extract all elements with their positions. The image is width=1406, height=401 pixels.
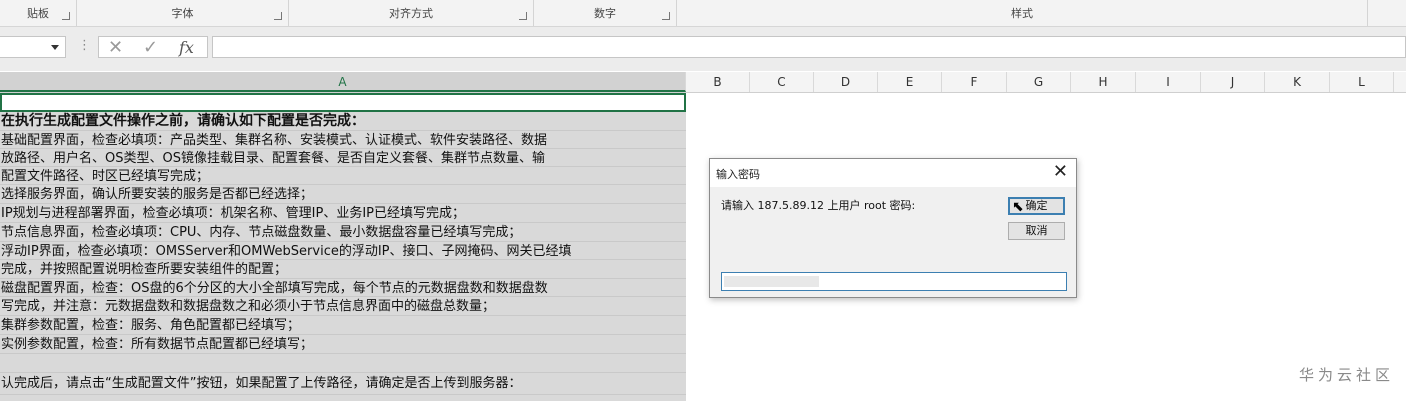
password-dialog: 输入密码 ✕ 请输入 187.5.89.12 上用户 root 密码: 确定 ⬉… bbox=[709, 158, 1077, 298]
column-header-l[interactable]: L bbox=[1330, 72, 1394, 92]
ribbon-group-label: 对齐方式 bbox=[389, 7, 433, 20]
column-header-g[interactable]: G bbox=[1007, 72, 1071, 92]
column-header-b[interactable]: B bbox=[686, 72, 750, 92]
table-row[interactable]: 在执行生成配置文件操作之前，请确认如下配置是否完成： bbox=[0, 112, 686, 131]
table-row[interactable]: 写完成，并注意：元数据盘数和数据盘数之和必须小于节点信息界面中的磁盘总数量； bbox=[0, 297, 686, 316]
dialog-titlebar[interactable]: 输入密码 ✕ bbox=[710, 159, 1076, 187]
table-row[interactable]: 基础配置界面，检查必填项：产品类型、集群名称、安装模式、认证模式、软件安装路径、… bbox=[0, 131, 686, 149]
column-header-e[interactable]: E bbox=[878, 72, 942, 92]
dialog-launcher-icon[interactable] bbox=[62, 12, 70, 20]
formula-input[interactable] bbox=[212, 36, 1406, 58]
table-row[interactable]: 浮动IP界面，检查必填项：OMSServer和OMWebService的浮动IP… bbox=[0, 242, 686, 260]
ribbon-group-font: 字体 bbox=[77, 0, 289, 26]
password-value bbox=[724, 276, 819, 287]
formula-bar: ⋮ ✕ ✓ fx bbox=[0, 27, 1406, 71]
column-a-cells: 在执行生成配置文件操作之前，请确认如下配置是否完成： 基础配置界面，检查必填项：… bbox=[0, 93, 686, 401]
column-header-c[interactable]: C bbox=[750, 72, 814, 92]
ribbon-group-styles: 样式 bbox=[677, 0, 1368, 26]
table-row[interactable]: 配置文件路径、时区已经填写完成； bbox=[0, 167, 686, 185]
table-row[interactable]: 磁盘配置界面，检查：OS盘的6个分区的大小全部填写完成，每个节点的元数据盘数和数… bbox=[0, 279, 686, 297]
column-header-j[interactable]: J bbox=[1201, 72, 1265, 92]
column-header-k[interactable]: K bbox=[1265, 72, 1330, 92]
table-row[interactable]: 认完成后，请点击“生成配置文件”按钮，如果配置了上传路径，请确定是否上传到服务器… bbox=[0, 373, 686, 395]
password-input[interactable] bbox=[721, 272, 1067, 291]
table-row[interactable]: 放路径、用户名、OS类型、OS镜像挂载目录、配置套餐、是否自定义套餐、集群节点数… bbox=[0, 149, 686, 167]
worksheet-grid[interactable]: 在执行生成配置文件操作之前，请确认如下配置是否完成： 基础配置界面，检查必填项：… bbox=[0, 93, 1406, 401]
column-header-a[interactable]: A bbox=[0, 72, 686, 92]
dialog-launcher-icon[interactable] bbox=[662, 12, 670, 20]
table-row[interactable]: 选择服务界面，确认所要安装的服务是否都已经选择； bbox=[0, 185, 686, 204]
cancel-entry-icon[interactable]: ✕ bbox=[108, 38, 123, 58]
close-icon[interactable]: ✕ bbox=[1053, 162, 1068, 182]
table-row[interactable]: 集群参数配置，检查：服务、角色配置都已经填写； bbox=[0, 316, 686, 335]
column-header-d[interactable]: D bbox=[814, 72, 878, 92]
table-row[interactable]: 完成，并按照配置说明检查所要安装组件的配置； bbox=[0, 260, 686, 279]
column-header-h[interactable]: H bbox=[1071, 72, 1136, 92]
ribbon-group-label: 字体 bbox=[171, 7, 194, 20]
dialog-prompt: 请输入 187.5.89.12 上用户 root 密码: bbox=[721, 199, 916, 212]
column-header-i[interactable]: I bbox=[1136, 72, 1201, 92]
dialog-launcher-icon[interactable] bbox=[274, 12, 282, 20]
mouse-pointer-icon: ⬉ bbox=[1012, 199, 1024, 215]
ribbon-group-label: 数字 bbox=[594, 7, 616, 20]
ribbon-group-label: 样式 bbox=[1011, 7, 1033, 20]
ribbon-group-label: 贴板 bbox=[27, 7, 49, 20]
column-header-f[interactable]: F bbox=[942, 72, 1007, 92]
column-headers: A B C D E F G H I J K L bbox=[0, 72, 1406, 93]
ribbon-group-number: 数字 bbox=[534, 0, 677, 26]
formula-bar-grip-icon: ⋮ bbox=[78, 38, 91, 53]
dialog-title: 输入密码 bbox=[716, 168, 760, 181]
table-row[interactable]: 节点信息界面，检查必填项：CPU、内存、节点磁盘数量、最小数据盘容量已经填写完成… bbox=[0, 223, 686, 242]
active-cell[interactable] bbox=[0, 93, 686, 112]
ribbon-group-alignment: 对齐方式 bbox=[289, 0, 534, 26]
table-row[interactable]: 实例参数配置，检查：所有数据节点配置都已经填写； bbox=[0, 335, 686, 354]
confirm-entry-icon[interactable]: ✓ bbox=[143, 38, 158, 58]
formula-buttons: ✕ ✓ fx bbox=[98, 36, 208, 58]
name-box[interactable] bbox=[0, 36, 66, 58]
chevron-down-icon[interactable] bbox=[51, 45, 59, 50]
table-row[interactable]: IP规划与进程部署界面，检查必填项：机架名称、管理IP、业务IP已经填写完成； bbox=[0, 204, 686, 223]
dialog-launcher-icon[interactable] bbox=[519, 12, 527, 20]
watermark: 华为云社区 bbox=[1298, 366, 1394, 384]
ribbon-group-clipboard: 贴板 bbox=[0, 0, 77, 26]
table-row[interactable] bbox=[0, 354, 686, 373]
insert-function-icon[interactable]: fx bbox=[179, 38, 194, 58]
ribbon-group-labels: 贴板 字体 对齐方式 数字 样式 bbox=[0, 0, 1406, 27]
cancel-button[interactable]: 取消 bbox=[1008, 222, 1065, 240]
